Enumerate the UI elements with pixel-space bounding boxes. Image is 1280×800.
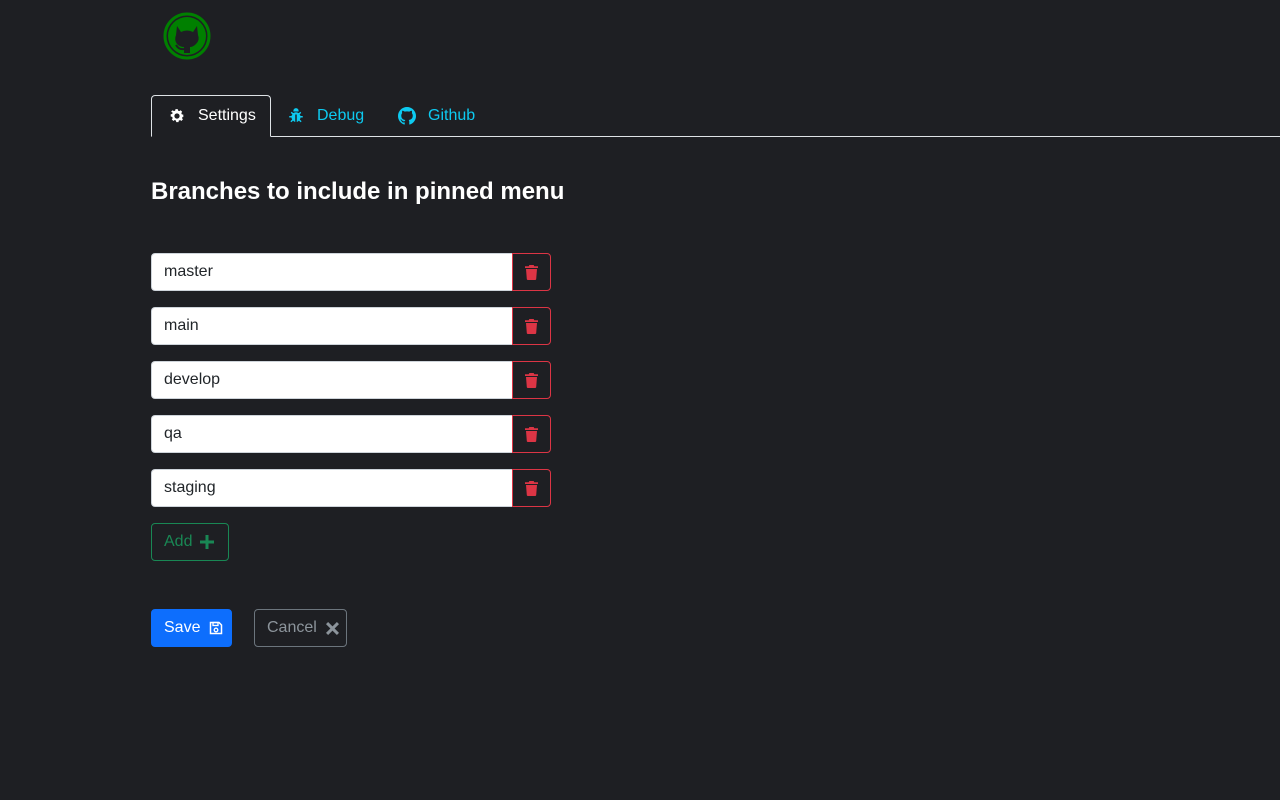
branch-input[interactable] [151,253,512,291]
tab-github[interactable]: Github [398,95,475,136]
cancel-button-label: Cancel [267,619,317,636]
tab-bar-divider [151,136,1280,137]
trash-icon [525,426,538,442]
delete-branch-button[interactable] [512,253,551,291]
branch-input[interactable] [151,307,512,345]
github-icon [398,106,416,125]
options-page: Settings Debug Github Branches to includ… [0,0,1280,800]
trash-icon [525,264,538,280]
gear-icon [168,107,186,125]
add-branch-button[interactable]: Add [151,523,229,561]
branch-row [151,415,551,453]
branch-row [151,469,551,507]
cancel-button[interactable]: Cancel [254,609,347,647]
delete-branch-button[interactable] [512,307,551,345]
bug-icon [287,107,305,125]
add-button-label: Add [164,533,193,550]
tab-settings[interactable]: Settings [151,95,271,137]
trash-icon [525,318,538,334]
github-logo-icon [163,12,211,60]
branch-input[interactable] [151,361,512,399]
tab-bar: Settings Debug Github [151,95,1280,137]
trash-icon [525,372,538,388]
branch-input[interactable] [151,415,512,453]
delete-branch-button[interactable] [512,469,551,507]
close-icon [325,621,339,635]
branch-row [151,361,551,399]
plus-icon [200,535,215,549]
page-title: Branches to include in pinned menu [151,178,565,205]
branch-row [151,253,551,291]
delete-branch-button[interactable] [512,361,551,399]
branch-input[interactable] [151,469,512,507]
floppy-disk-icon [209,621,223,635]
delete-branch-button[interactable] [512,415,551,453]
trash-icon [525,480,538,496]
tab-settings-label: Settings [198,107,256,124]
tab-debug[interactable]: Debug [287,95,364,136]
tab-github-label: Github [428,106,476,124]
branch-list [151,253,551,523]
save-button[interactable]: Save [151,609,232,647]
tab-debug-label: Debug [317,106,365,124]
save-button-label: Save [164,619,201,636]
branch-row [151,307,551,345]
